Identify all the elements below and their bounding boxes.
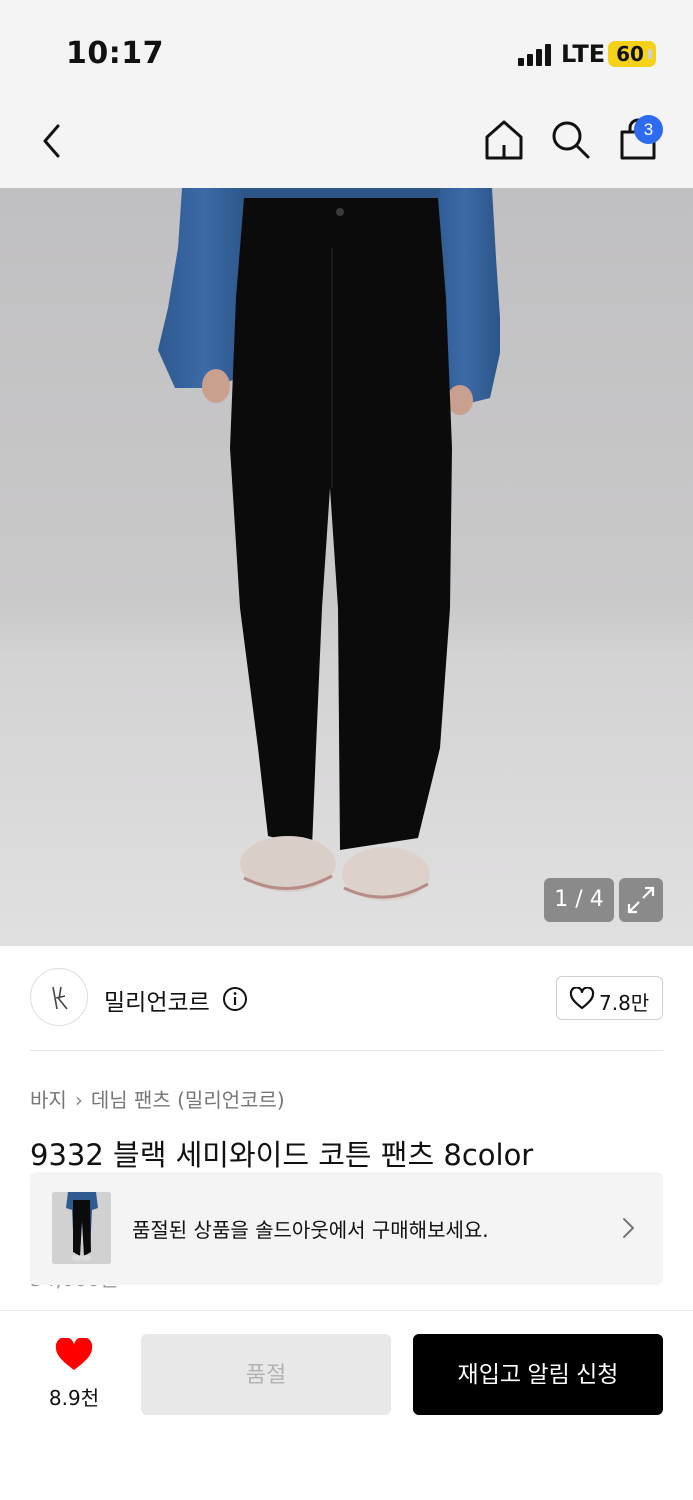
heart-outline-icon [569, 987, 595, 1010]
search-icon[interactable] [549, 118, 593, 162]
brand-row[interactable]: 밀리언코르 7.8만 [30, 968, 663, 1030]
signal-icon [518, 44, 554, 66]
home-icon[interactable] [482, 117, 526, 163]
restock-alert-button[interactable]: 재입고 알림 신청 [413, 1334, 663, 1415]
heart-filled-icon [55, 1338, 93, 1370]
brand-like-button[interactable]: 7.8만 [556, 976, 663, 1020]
back-arrow-icon[interactable] [36, 120, 70, 162]
battery-level: 60 [616, 42, 644, 66]
soldout-market-banner[interactable]: 품절된 상품을 솔드아웃에서 구매해보세요. [30, 1172, 663, 1285]
brand-name[interactable]: 밀리언코르 [104, 983, 210, 1017]
soldout-banner-text: 품절된 상품을 솔드아웃에서 구매해보세요. [132, 1218, 489, 1242]
status-time: 10:17 [66, 36, 164, 71]
image-counter: 1 / 4 [544, 878, 614, 922]
breadcrumb-subcategory[interactable]: 데님 팬츠 (밀리언코르) [91, 1088, 285, 1112]
brand-like-count: 7.8만 [599, 991, 650, 1015]
divider [30, 1050, 663, 1051]
brand-logo[interactable] [30, 968, 88, 1026]
expand-icon[interactable] [619, 878, 663, 922]
breadcrumb-category[interactable]: 바지 [30, 1088, 67, 1112]
network-type: LTE [561, 40, 606, 68]
chevron-right-icon: › [74, 1088, 83, 1112]
cart-count-badge: 3 [634, 115, 663, 144]
wishlist-count: 8.9천 [48, 1386, 100, 1410]
product-image[interactable] [0, 188, 693, 946]
product-title: 9332 블랙 세미와이드 코튼 팬츠 8color [30, 1138, 534, 1172]
wishlist-button[interactable]: 8.9천 [40, 1338, 108, 1410]
info-icon[interactable] [222, 986, 248, 1012]
chevron-right-icon [623, 1218, 634, 1238]
soldout-button[interactable]: 품절 [141, 1334, 391, 1415]
product-thumbnail [52, 1192, 111, 1264]
battery-cap [648, 49, 652, 59]
product-photo [0, 188, 693, 946]
status-bar: 10:17 LTE 60 [0, 0, 693, 95]
breadcrumb: 바지 › 데님 팬츠 (밀리언코르) [30, 1084, 285, 1113]
